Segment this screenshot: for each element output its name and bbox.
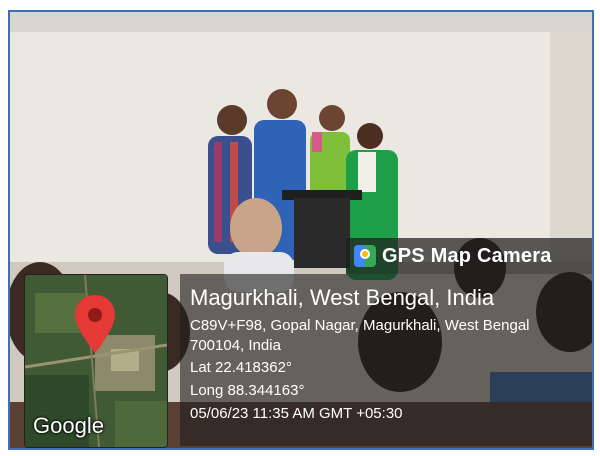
longitude-text: Long 88.344163°	[190, 382, 305, 399]
photo-frame: GPS Map Camera Google Magurkhali, West B…	[8, 10, 594, 450]
place-title: Magurkhali, West Bengal, India	[190, 285, 495, 310]
app-badge-label: GPS Map Camera	[382, 244, 552, 267]
map-thumbnail: Google	[24, 274, 168, 448]
gps-map-camera-icon	[354, 245, 376, 267]
map-pin-icon	[75, 295, 115, 353]
datetime-text: 05/06/23 11:35 AM GMT +05:30	[190, 405, 403, 422]
google-logo: Google	[33, 413, 104, 438]
app-badge: GPS Map Camera	[346, 238, 592, 274]
location-info-panel: Magurkhali, West Bengal, India C89V+F98,…	[180, 274, 592, 446]
address-text: C89V+F98, Gopal Nagar, Magurkhali, West …	[190, 317, 530, 354]
latitude-text: Lat 22.418362°	[190, 359, 292, 376]
